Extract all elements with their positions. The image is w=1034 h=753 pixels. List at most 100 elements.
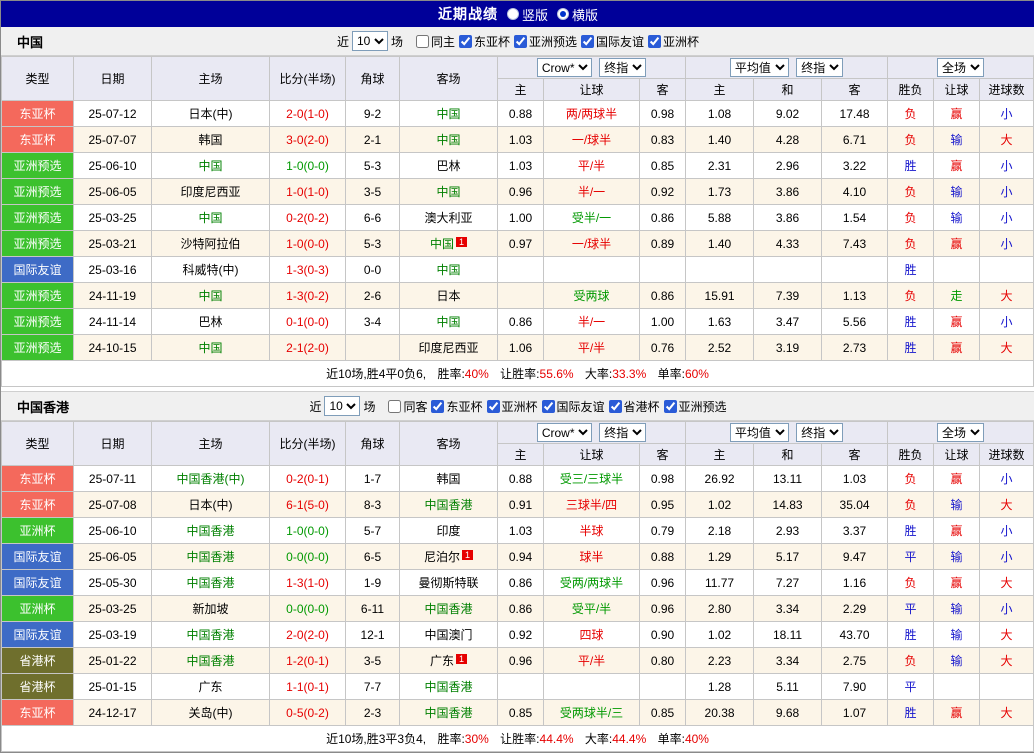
match-row: 亚洲预选 25-03-25 中国 0-2(0-2) 6-6 澳大利亚 1.00 … xyxy=(1,204,1034,231)
euro-draw-odds: 14.83 xyxy=(753,491,823,518)
asia-away-odds: 0.98 xyxy=(638,465,687,492)
filter-international-friendly[interactable]: 国际友谊 xyxy=(540,398,605,415)
same-venue-checkbox[interactable] xyxy=(388,399,402,413)
same-venue-label[interactable]: 同主 xyxy=(431,33,455,50)
same-venue-label[interactable]: 同客 xyxy=(403,398,427,415)
euro-time-select[interactable]: 终指 xyxy=(796,58,844,77)
match-row: 亚洲预选 25-06-10 中国 1-0(0-0) 5-3 巴林 1.03 平/… xyxy=(1,152,1034,179)
section-team-name: 中国 xyxy=(17,34,44,50)
layout-horizontal-radio[interactable]: 横版 xyxy=(557,5,598,24)
east-asia-cup-checkbox[interactable] xyxy=(431,399,445,413)
match-row: 亚洲预选 25-06-05 印度尼西亚 1-0(1-0) 3-5 中国 0.96… xyxy=(1,178,1034,205)
col-type: 类型 xyxy=(1,56,74,101)
match-row: 国际友谊 25-03-16 科威特(中) 1-3(0-3) 0-0 中国 胜 xyxy=(1,256,1034,283)
away-team: 中国 xyxy=(399,126,498,153)
filter-east-asia-cup[interactable]: 东亚杯 xyxy=(429,398,483,415)
match-row: 东亚杯 25-07-11 中国香港(中) 0-2(0-1) 1-7 韩国 0.8… xyxy=(1,465,1034,492)
asia-home-odds: 0.88 xyxy=(497,100,544,127)
match-date: 25-03-19 xyxy=(73,621,152,648)
euro-company-select[interactable]: 平均值 xyxy=(729,423,789,442)
away-team: 广东 1 xyxy=(399,647,498,674)
asia-handicap: 半球 xyxy=(543,517,640,544)
score: 2-0(1-0) xyxy=(269,100,346,127)
scope-select[interactable]: 全场 xyxy=(937,58,985,77)
asia-qualifiers-checkbox[interactable] xyxy=(663,399,677,413)
scope-select[interactable]: 全场 xyxy=(937,423,985,442)
asia-home-odds xyxy=(497,282,544,309)
corners: 6-5 xyxy=(345,543,400,570)
same-venue-filter[interactable]: 同主 xyxy=(414,33,455,50)
recent-count-select[interactable]: 10 xyxy=(351,31,388,51)
score: 0-0(0-0) xyxy=(269,595,346,622)
match-type-badge: 东亚杯 xyxy=(1,699,74,726)
euro-away-odds: 7.90 xyxy=(821,673,889,700)
filter-asian-cup[interactable]: 亚洲杯 xyxy=(646,33,699,50)
asia-handicap xyxy=(543,673,640,700)
goals-result: 小 xyxy=(979,595,1034,622)
match-row: 亚洲预选 25-03-21 沙特阿拉伯 1-0(0-0) 5-3 中国 1 0.9… xyxy=(1,230,1034,257)
east-asia-cup-label[interactable]: 东亚杯 xyxy=(474,33,510,50)
euro-company-select[interactable]: 平均值 xyxy=(729,58,789,77)
layout-vertical-radio[interactable]: 竖版 xyxy=(506,5,548,24)
home-team: 中国香港 xyxy=(151,543,270,570)
games-label: 场 xyxy=(390,34,403,49)
asia-company-select[interactable]: Crow* xyxy=(536,423,592,442)
asia-handicap: 受两球半/三 xyxy=(543,699,640,726)
international-friendly-checkbox[interactable] xyxy=(541,399,555,413)
euro-away-odds: 2.73 xyxy=(821,334,889,361)
horizontal-radio-label[interactable]: 横版 xyxy=(572,5,598,24)
asian-cup-label[interactable]: 亚洲杯 xyxy=(663,33,699,50)
match-type-badge: 亚洲预选 xyxy=(1,282,74,309)
win-loss-result: 负 xyxy=(887,282,935,309)
east-asia-cup-label[interactable]: 东亚杯 xyxy=(446,398,482,415)
international-friendly-label[interactable]: 国际友谊 xyxy=(557,398,605,415)
col-handicap-result: 让球 xyxy=(933,78,981,101)
filter-asian-cup[interactable]: 亚洲杯 xyxy=(485,398,538,415)
filter-asia-qualifiers[interactable]: 亚洲预选 xyxy=(512,33,577,50)
asia-qualifiers-label[interactable]: 亚洲预选 xyxy=(529,33,577,50)
horizontal-radio-icon[interactable] xyxy=(557,8,569,20)
corners: 2-3 xyxy=(345,699,400,726)
asia-qualifiers-checkbox[interactable] xyxy=(514,34,527,48)
asia-away-odds: 0.95 xyxy=(638,491,687,518)
filter-province-hk-cup[interactable]: 省港杯 xyxy=(607,398,660,415)
filter-east-asia-cup[interactable]: 东亚杯 xyxy=(457,33,510,50)
match-date: 25-05-30 xyxy=(73,569,152,596)
asia-home-odds: 0.88 xyxy=(497,465,544,492)
asia-qualifiers-label[interactable]: 亚洲预选 xyxy=(679,398,727,415)
filter-asia-qualifiers[interactable]: 亚洲预选 xyxy=(662,398,727,415)
province-hk-cup-checkbox[interactable] xyxy=(608,399,622,413)
away-team: 日本 xyxy=(399,282,498,309)
asian-cup-checkbox[interactable] xyxy=(486,399,500,413)
vertical-radio-icon[interactable] xyxy=(506,8,519,20)
euro-draw-odds: 9.02 xyxy=(753,100,823,127)
international-friendly-checkbox[interactable] xyxy=(581,34,595,48)
asia-handicap: 三球半/四 xyxy=(543,491,640,518)
col-goals: 进球数 xyxy=(979,78,1034,101)
vertical-radio-label[interactable]: 竖版 xyxy=(522,5,548,24)
province-hk-cup-label[interactable]: 省港杯 xyxy=(624,398,660,415)
asia-time-select[interactable]: 终指 xyxy=(599,58,647,77)
filter-international-friendly[interactable]: 国际友谊 xyxy=(579,33,644,50)
asian-cup-label[interactable]: 亚洲杯 xyxy=(502,398,538,415)
summary-row: 近10场,胜4平0负6, 胜率:40% 让胜率:55.6% 大率:33.3% 单… xyxy=(0,360,1034,387)
euro-home-odds: 2.31 xyxy=(685,152,755,179)
euro-time-select[interactable]: 终指 xyxy=(796,423,844,442)
match-date: 25-03-16 xyxy=(73,256,152,283)
red-card-badge: 1 xyxy=(462,550,473,560)
euro-away-odds: 35.04 xyxy=(821,491,889,518)
same-venue-checkbox[interactable] xyxy=(415,34,429,48)
same-venue-filter[interactable]: 同客 xyxy=(386,398,427,415)
recent-count-select[interactable]: 10 xyxy=(324,396,361,416)
asia-company-select[interactable]: Crow* xyxy=(536,58,592,77)
summary-row: 近10场,胜3平3负4, 胜率:30% 让胜率:44.4% 大率:44.4% 单… xyxy=(0,725,1034,752)
east-asia-cup-checkbox[interactable] xyxy=(458,34,472,48)
away-team: 澳大利亚 xyxy=(399,204,498,231)
home-team: 中国香港 xyxy=(151,569,270,596)
international-friendly-label[interactable]: 国际友谊 xyxy=(596,33,644,50)
score: 0-1(0-0) xyxy=(269,308,346,335)
handicap-result: 赢 xyxy=(933,100,981,127)
asia-time-select[interactable]: 终指 xyxy=(599,423,647,442)
asian-cup-checkbox[interactable] xyxy=(648,34,662,48)
match-date: 25-07-11 xyxy=(73,465,152,492)
